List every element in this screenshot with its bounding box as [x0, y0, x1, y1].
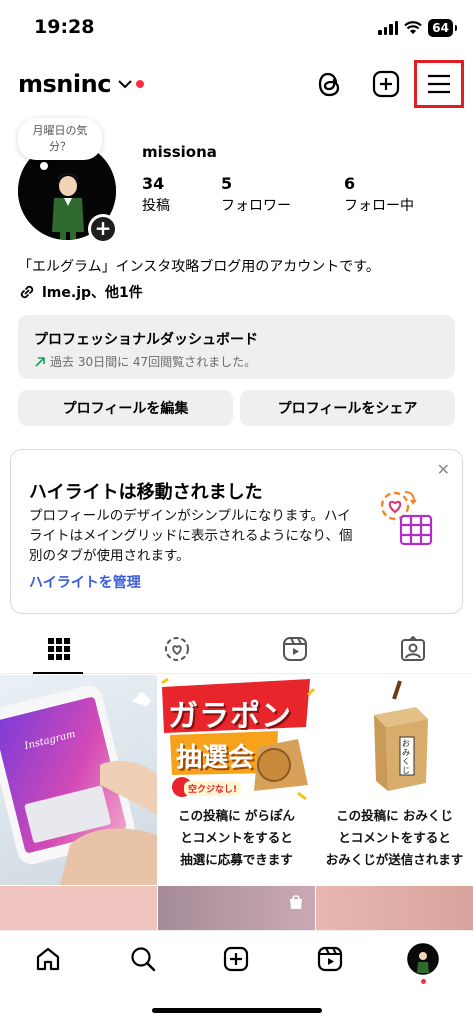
stat-followers[interactable]: 5 フォロワー [221, 174, 291, 215]
search-icon[interactable] [127, 943, 159, 975]
banner-subtitle: 抽選会 [176, 743, 255, 773]
note-bubble-tail [40, 162, 48, 170]
tagged-icon [401, 636, 425, 661]
followers-count: 5 [221, 174, 233, 193]
stat-posts[interactable]: 34 投稿 [142, 174, 170, 215]
create-plus-icon[interactable] [370, 68, 402, 100]
share-profile-button[interactable]: プロフィールをシェア [240, 390, 455, 426]
caption-line: 抽選に応募できます [180, 852, 293, 867]
account-switcher[interactable]: msninc [18, 70, 111, 98]
box-label: おみくじ [402, 739, 410, 775]
edit-profile-button[interactable]: プロフィールを編集 [18, 390, 233, 426]
wifi-icon [404, 21, 423, 34]
caption-line: この投稿に おみくじ [336, 808, 453, 823]
profile-avatar[interactable] [407, 943, 439, 975]
home-indicator [152, 1008, 322, 1013]
post-thumbnail[interactable]: ガラポン 抽選会 空クジなし! この投稿に がらぽん とコメントをすると 抽選に… [158, 675, 315, 885]
manage-highlights-link[interactable]: ハイライトを管理 [29, 572, 141, 592]
link-icon [20, 285, 34, 299]
highlights-grid-illustration [380, 491, 433, 546]
caption-line: おみくじが送信されます [325, 852, 464, 867]
link-text: lme.jp、他1件 [42, 285, 143, 301]
post-thumbnail[interactable] [0, 886, 157, 930]
display-name: missiona [142, 143, 217, 161]
tab-reposts[interactable] [118, 624, 236, 674]
close-icon[interactable]: ✕ [437, 460, 450, 479]
profile-link[interactable]: lme.jp、他1件 [18, 282, 143, 302]
banner-title: ガラポン [168, 699, 292, 734]
tab-tagged[interactable] [354, 624, 472, 674]
card-body: プロフィールのデザインがシンプルになります。ハイライトはメイングリッドに表示され… [29, 508, 353, 564]
stat-following[interactable]: 6 フォロー中 [344, 174, 414, 215]
create-icon[interactable] [220, 943, 252, 975]
tab-reels[interactable] [236, 624, 354, 674]
grid-icon [48, 638, 70, 660]
battery-indicator: 64 [428, 19, 457, 37]
shopping-bag-icon [290, 895, 302, 909]
notification-dot [421, 979, 426, 984]
chevron-down-icon[interactable] [118, 80, 132, 89]
trend-up-icon [35, 356, 45, 367]
dashboard-subtitle: 過去 30日間に 47回閲覧されました。 [50, 355, 257, 369]
home-icon[interactable] [32, 943, 64, 975]
dashboard-title: プロフェッショナルダッシュボード [34, 332, 258, 348]
reposts-icon [165, 637, 189, 661]
post-thumbnail[interactable] [316, 886, 473, 930]
following-count: 6 [344, 174, 356, 193]
status-bar: 19:28 64 [0, 0, 473, 54]
professional-dashboard[interactable]: プロフェッショナルダッシュボード 過去 30日間に 47回閲覧されました。 [18, 315, 455, 379]
caption-line: とコメントをすると [338, 830, 451, 845]
signal-icon [378, 21, 399, 35]
reels-icon [283, 637, 307, 661]
note-text: 月曜日の気分？ [32, 124, 88, 153]
following-label: フォロー中 [344, 198, 414, 214]
post-caption: この投稿に がらぽん とコメントをすると 抽選に応募できます [158, 805, 315, 871]
add-story-icon[interactable]: + [88, 214, 118, 244]
status-time: 19:28 [34, 16, 95, 38]
post-thumbnail[interactable]: おみくじ この投稿に おみくじ とコメントをすると おみくじが送信されます [316, 675, 473, 885]
posts-label: 投稿 [142, 198, 170, 214]
banner-badge: 空クジなし! [184, 781, 242, 796]
posts-count: 34 [142, 174, 165, 193]
notification-dot [136, 80, 144, 88]
status-icons: 64 [378, 19, 457, 37]
active-tab-indicator [33, 672, 83, 674]
caption-line: とコメントをすると [180, 830, 293, 845]
profile-header: msninc [0, 60, 473, 110]
tab-grid[interactable] [0, 624, 118, 674]
post-caption: この投稿に おみくじ とコメントをすると おみくじが送信されます [316, 805, 473, 871]
omikuji-box-art [374, 680, 428, 791]
post-thumbnail[interactable]: Instagram [0, 675, 157, 885]
profile-tabs [0, 624, 473, 674]
threads-icon[interactable] [314, 68, 346, 100]
note-bubble[interactable]: 月曜日の気分？ [18, 118, 102, 160]
bio-text: 「エルグラム」インスタ攻略ブログ用のアカウントです。 [18, 259, 380, 275]
followers-label: フォロワー [221, 198, 291, 214]
reels-nav-icon[interactable] [314, 943, 346, 975]
menu-hamburger-icon[interactable] [423, 68, 455, 100]
card-title: ハイライトは移動されました [29, 482, 263, 503]
caption-line: この投稿に がらぽん [178, 808, 295, 823]
post-thumbnail[interactable] [158, 886, 315, 930]
highlights-moved-card: ✕ ハイライトは移動されました プロフィールのデザインがシンプルになります。ハイ… [10, 449, 463, 614]
phone-photo [0, 685, 157, 885]
